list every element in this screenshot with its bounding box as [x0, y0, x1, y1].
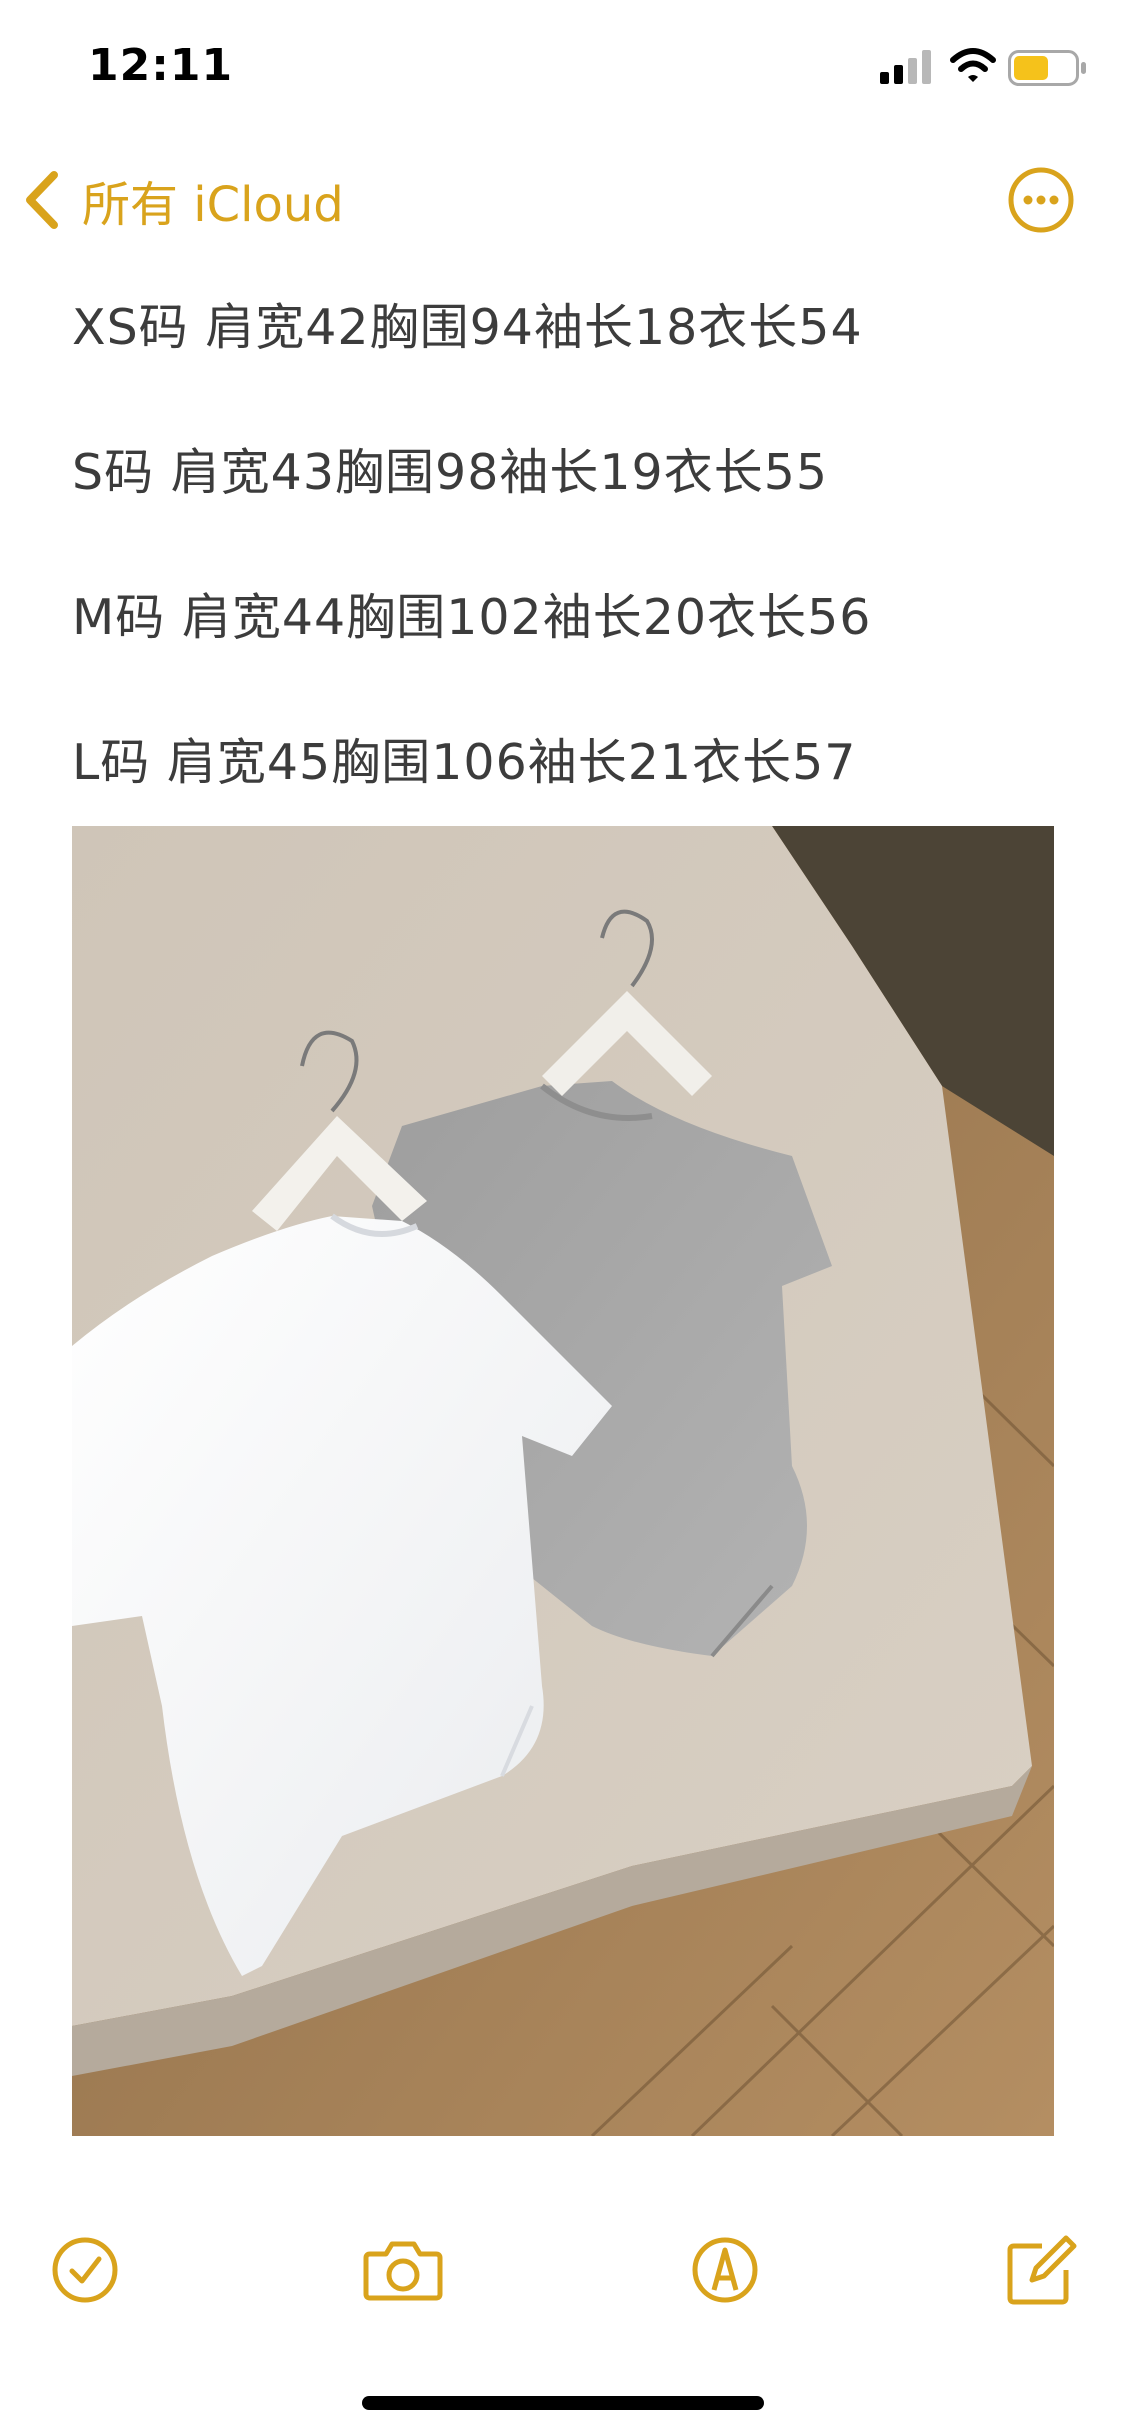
status-bar: 12:11 [0, 0, 1125, 140]
bottom-toolbar [0, 2230, 1125, 2320]
camera-icon[interactable] [362, 2230, 444, 2310]
nav-bar: 所有 iCloud [0, 150, 1125, 250]
compose-icon[interactable] [1002, 2230, 1078, 2310]
wifi-icon [950, 48, 996, 82]
back-label: 所有 iCloud [82, 177, 344, 233]
photo-illustration [72, 826, 1054, 2136]
note-text-line[interactable]: L码 肩宽45胸围106袖长21衣长57 [72, 723, 856, 794]
cellular-signal-icon [880, 50, 931, 84]
note-text-line[interactable]: S码 肩宽43胸围98袖长19衣长55 [72, 433, 828, 504]
chevron-left-icon [26, 171, 58, 229]
status-time: 12:11 [88, 40, 234, 91]
battery-icon [1008, 50, 1086, 86]
note-text-line[interactable]: XS码 肩宽42胸围94袖长18衣长54 [72, 288, 863, 359]
back-button[interactable]: 所有 iCloud [22, 168, 344, 233]
note-text-line[interactable]: M码 肩宽44胸围102袖长20衣长56 [72, 578, 871, 649]
ellipsis-circle-icon[interactable] [1008, 167, 1074, 233]
markup-pen-icon[interactable] [690, 2230, 760, 2310]
note-photo[interactable] [72, 826, 1054, 2136]
checklist-icon[interactable] [50, 2230, 120, 2310]
home-indicator [362, 2396, 764, 2410]
